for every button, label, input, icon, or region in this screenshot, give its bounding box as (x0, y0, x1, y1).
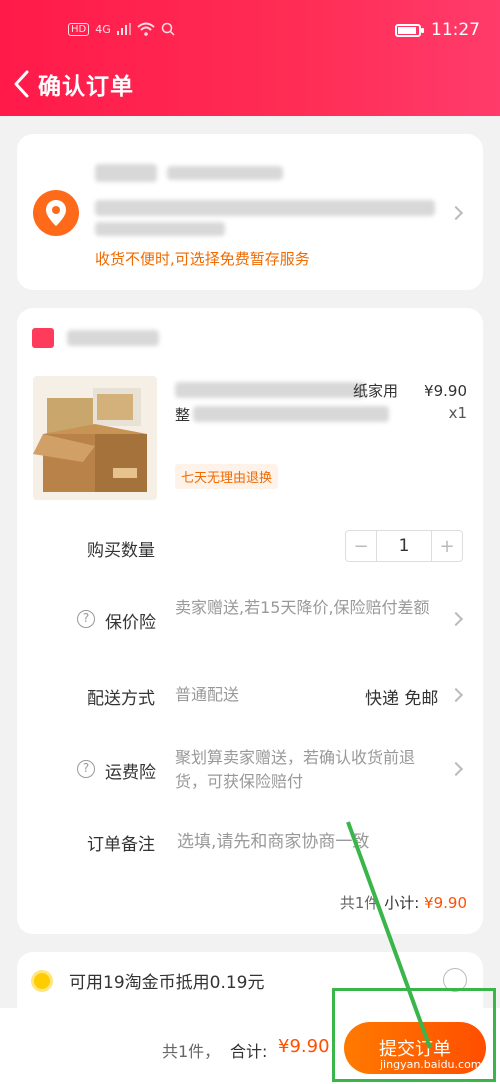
search-icon (161, 22, 175, 36)
location-pin-icon (33, 190, 79, 236)
store-icon (32, 328, 54, 348)
order-card: 纸家用 整 ¥9.90 x1 七天无理由退换 购买数量 − 1 + ? 保价险 … (17, 308, 483, 934)
address-line-redacted (95, 200, 435, 216)
product-image[interactable] (33, 376, 157, 500)
product-title-fragment2: 整 (175, 406, 191, 424)
product-quantity: x1 (448, 404, 467, 422)
chevron-right-icon (448, 205, 464, 221)
address-line2-redacted (95, 222, 225, 236)
total-count: 共1件， (162, 1042, 221, 1061)
shop-name-redacted (67, 330, 159, 346)
subtotal-value: ¥9.90 (424, 894, 467, 912)
signal-bars-icon (116, 23, 131, 35)
subtotal-label: 小计: (384, 894, 420, 912)
delivery-label: 配送方式 (87, 689, 155, 709)
battery-icon (395, 23, 424, 37)
quantity-stepper[interactable]: − 1 + (345, 530, 463, 562)
address-note: 收货不便时,可选择免费暂存服务 (95, 250, 310, 268)
decrement-button[interactable]: − (346, 531, 376, 561)
product-title-fragment: 纸家用 (353, 382, 399, 400)
wifi-icon (137, 22, 155, 36)
watermark: jingyan.baidu.com (380, 1058, 482, 1071)
page-title: 确认订单 (38, 74, 134, 100)
address-card[interactable]: 收货不便时,可选择免费暂存服务 (17, 134, 483, 290)
increment-button[interactable]: + (432, 531, 462, 561)
recipient-name-redacted (95, 164, 157, 182)
remark-input[interactable]: 选填,请先和商家协商一致 (177, 830, 447, 854)
price-insurance-label: 保价险 (105, 613, 156, 633)
coin-offer-text: 可用19淘金币抵用0.19元 (69, 973, 265, 993)
product-price: ¥9.90 (424, 382, 467, 400)
status-bar: HD 4G 11:27 (0, 0, 500, 60)
chevron-left-icon (14, 70, 29, 98)
quantity-value[interactable]: 1 (376, 531, 432, 561)
subtotal: 共1件 小计: ¥9.90 (340, 892, 467, 913)
help-icon[interactable]: ? (77, 760, 95, 778)
chevron-right-icon (448, 611, 464, 627)
delivery-method: 快递 免邮 (365, 689, 439, 709)
signal-icon: 4G (95, 22, 111, 36)
freight-insurance-value: 聚划算卖家赠送，若确认收货前退货，可获保险赔付 (175, 748, 416, 791)
product-title-line2-redacted (193, 406, 389, 422)
product-title-redacted (175, 382, 365, 398)
quantity-label: 购买数量 (87, 541, 155, 561)
recipient-phone-redacted (167, 166, 283, 180)
hd-badge: HD (68, 22, 90, 36)
header: HD 4G 11:27 确认订单 (0, 0, 500, 116)
help-icon[interactable]: ? (77, 610, 95, 628)
price-insurance-value: 卖家赠送,若15天降价,保险赔付差额 (175, 598, 430, 617)
chevron-right-icon (448, 761, 464, 777)
chevron-right-icon (448, 687, 464, 703)
coin-icon (31, 970, 53, 992)
back-button[interactable] (4, 62, 38, 106)
clock: 11:27 (431, 20, 480, 40)
total-value: ¥9.90 (278, 1036, 330, 1057)
freight-insurance-label: 运费险 (105, 763, 156, 783)
return-policy-badge: 七天无理由退换 (175, 464, 279, 489)
total-label: 合计: (230, 1042, 268, 1061)
subtotal-count: 共1件 (339, 894, 380, 912)
remark-label: 订单备注 (87, 835, 155, 855)
